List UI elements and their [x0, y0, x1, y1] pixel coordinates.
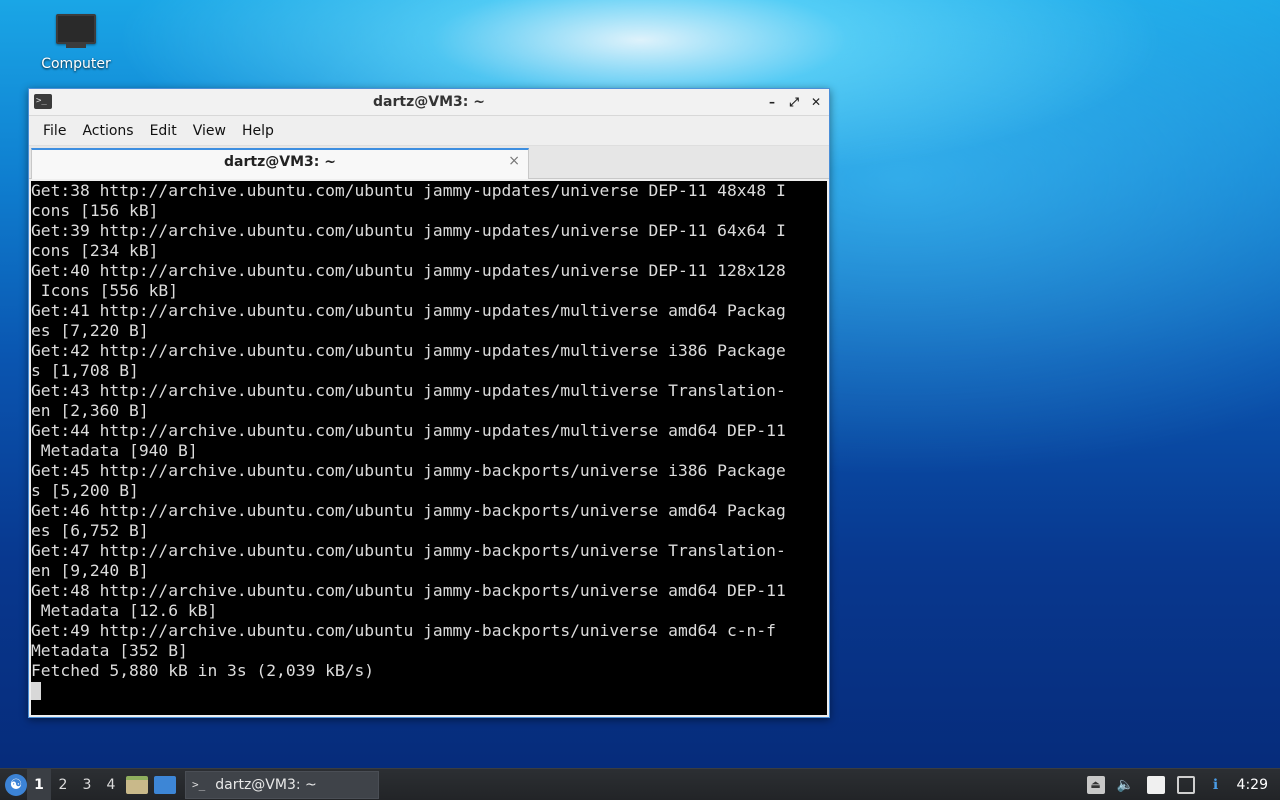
terminal-window: >_ dartz@VM3: ~ – ⤢ ✕ File Actions Edit … [28, 88, 830, 718]
terminal-line: Get:42 http://archive.ubuntu.com/ubuntu … [31, 341, 786, 360]
terminal-line: Get:45 http://archive.ubuntu.com/ubuntu … [31, 461, 786, 480]
monitor-icon [56, 14, 96, 48]
terminal-line: Get:43 http://archive.ubuntu.com/ubuntu … [31, 381, 786, 400]
terminal-line: Get:49 http://archive.ubuntu.com/ubuntu … [31, 621, 776, 640]
terminal-line: cons [156 kB] [31, 201, 159, 220]
tab-bar: dartz@VM3: ~ × [29, 146, 829, 179]
menu-file[interactable]: File [35, 116, 74, 146]
terminal-line: Get:46 http://archive.ubuntu.com/ubuntu … [31, 501, 786, 520]
workspace-2[interactable]: 2 [51, 769, 75, 800]
window-title: dartz@VM3: ~ [373, 94, 485, 110]
workspace-3[interactable]: 3 [75, 769, 99, 800]
terminal-line: cons [234 kB] [31, 241, 159, 260]
tab-title: dartz@VM3: ~ [224, 154, 336, 170]
terminal-line: s [1,708 B] [31, 361, 139, 380]
terminal-line: Get:39 http://archive.ubuntu.com/ubuntu … [31, 221, 786, 240]
terminal-line: Get:47 http://archive.ubuntu.com/ubuntu … [31, 541, 786, 560]
clock[interactable]: 4:29 [1237, 777, 1268, 793]
terminal-line: Get:38 http://archive.ubuntu.com/ubuntu … [31, 181, 786, 200]
terminal-line: es [7,220 B] [31, 321, 149, 340]
menubar: File Actions Edit View Help [29, 116, 829, 146]
terminal-line: en [9,240 B] [31, 561, 149, 580]
terminal-line: Get:41 http://archive.ubuntu.com/ubuntu … [31, 301, 786, 320]
terminal-line: Metadata [940 B] [31, 441, 198, 460]
system-tray: ⏏ 🔈 ℹ 4:29 [1081, 769, 1280, 800]
terminal-line: Icons [556 kB] [31, 281, 179, 300]
terminal-line: s [5,200 B] [31, 481, 139, 500]
file-manager-icon[interactable] [126, 775, 148, 794]
taskbar-item-terminal[interactable]: >_ dartz@VM3: ~ [185, 770, 379, 799]
menu-edit[interactable]: Edit [142, 116, 185, 146]
workspace-4[interactable]: 4 [99, 769, 123, 800]
desktop-icon-computer[interactable]: Computer [36, 14, 116, 72]
terminal-output[interactable]: Get:38 http://archive.ubuntu.com/ubuntu … [31, 181, 827, 715]
text-cursor [31, 682, 41, 700]
tab-close-icon[interactable]: × [508, 153, 520, 169]
terminal-line: Get:40 http://archive.ubuntu.com/ubuntu … [31, 261, 786, 280]
network-icon[interactable] [1176, 776, 1195, 794]
eject-icon[interactable]: ⏏ [1086, 776, 1105, 794]
menu-actions[interactable]: Actions [74, 116, 141, 146]
workspace-1[interactable]: 1 [27, 768, 51, 800]
menu-help[interactable]: Help [234, 116, 282, 146]
terminal-prompt-line [31, 681, 827, 701]
clipboard-icon[interactable] [1146, 776, 1165, 794]
minimize-button[interactable]: – [763, 93, 781, 111]
show-desktop-icon[interactable] [154, 775, 176, 794]
volume-icon[interactable]: 🔈 [1117, 776, 1135, 794]
terminal-task-icon: >_ [192, 778, 206, 791]
window-titlebar[interactable]: >_ dartz@VM3: ~ – ⤢ ✕ [29, 89, 829, 116]
terminal-line: en [2,360 B] [31, 401, 149, 420]
update-notifier-icon[interactable]: ℹ [1207, 776, 1225, 794]
terminal-line: Metadata [352 B] [31, 641, 188, 660]
close-button[interactable]: ✕ [807, 93, 825, 111]
terminal-line: es [6,752 B] [31, 521, 149, 540]
terminal-line: Metadata [12.6 kB] [31, 601, 218, 620]
taskbar-item-label: dartz@VM3: ~ [215, 776, 317, 793]
terminal-line: Fetched 5,880 kB in 3s (2,039 kB/s) [31, 661, 375, 680]
maximize-button[interactable]: ⤢ [785, 93, 803, 111]
terminal-line: Get:44 http://archive.ubuntu.com/ubuntu … [31, 421, 786, 440]
terminal-line: Get:48 http://archive.ubuntu.com/ubuntu … [31, 581, 786, 600]
start-menu-button[interactable]: ☯ [5, 773, 27, 796]
tab-terminal[interactable]: dartz@VM3: ~ × [31, 148, 529, 179]
menu-view[interactable]: View [185, 116, 234, 146]
taskbar: ☯ 1 2 3 4 >_ dartz@VM3: ~ ⏏ 🔈 ℹ 4:29 [0, 768, 1280, 800]
desktop-icon-label: Computer [41, 56, 111, 72]
